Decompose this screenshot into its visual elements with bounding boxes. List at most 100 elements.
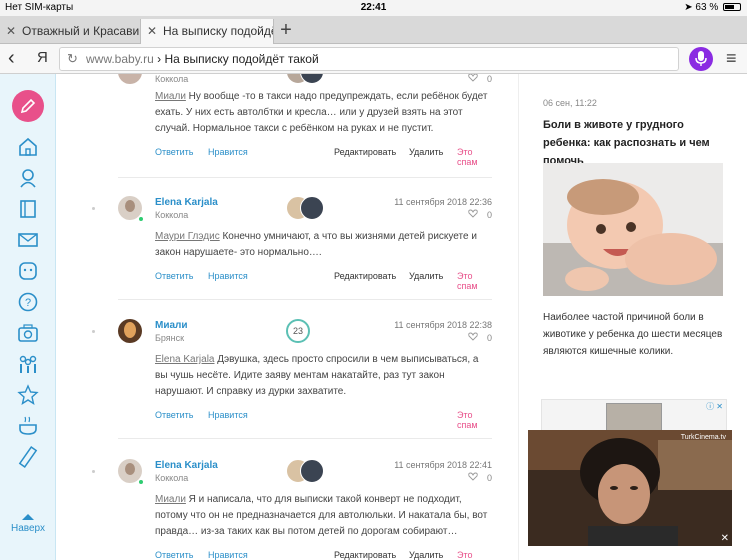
svg-text:?: ? [25, 297, 31, 309]
edit-button[interactable]: Редактировать [334, 271, 396, 281]
heart-icon[interactable] [468, 209, 478, 218]
comment-count-badge[interactable]: 23 [286, 319, 310, 343]
menu-icon[interactable]: ≡ [726, 49, 737, 67]
like-count: 0 [486, 333, 492, 343]
thread-dot [92, 207, 95, 210]
pot-icon[interactable] [17, 415, 39, 437]
yandex-logo[interactable]: Я [37, 49, 48, 66]
delete-button[interactable]: Удалить [409, 271, 443, 281]
back-button[interactable]: ‹ [8, 47, 15, 70]
tab-active[interactable]: ✕ На выписку подойдёт [140, 19, 274, 44]
help-icon[interactable]: ? [17, 291, 39, 313]
author-name[interactable]: Elena Karjala [155, 460, 218, 471]
tab-label: На выписку подойдёт [163, 24, 274, 38]
reply-button[interactable]: Ответить [155, 410, 193, 420]
scroll-up-button[interactable]: Наверх [0, 514, 56, 534]
spam-button[interactable]: Это спам [457, 271, 492, 291]
mention-link[interactable]: Elena Karjala [155, 354, 214, 365]
spam-button[interactable]: Это спам [457, 550, 492, 560]
battery-fill [725, 5, 734, 10]
author-name[interactable]: Elena Karjala [155, 197, 218, 208]
author-city: Брянск [155, 333, 185, 343]
close-tab-icon[interactable]: ✕ [6, 19, 16, 44]
video-player[interactable]: TurkCinema.tv ✕ [528, 430, 732, 546]
tab-otvazhny[interactable]: ✕ Отважный и Красавиц [0, 19, 139, 44]
heart-icon[interactable] [468, 74, 478, 82]
avatar[interactable] [118, 74, 142, 84]
article-date: 06 сен, 11:22 [543, 98, 597, 108]
tab-bar: ✕ Отважный и Красавиц ✕ На выписку подой… [0, 16, 747, 44]
arrow-up-icon [22, 514, 34, 520]
url-separator: › [153, 52, 165, 66]
people-icon[interactable] [17, 353, 39, 375]
voice-search-button[interactable] [689, 47, 713, 71]
comment-date: 11 сентября 2018 22:38 [394, 320, 492, 330]
mention-link[interactable]: Маури Глэдис [155, 231, 220, 242]
comment-text: Миали Я и написала, что для выписки тако… [155, 492, 492, 540]
write-button[interactable] [12, 90, 44, 122]
spam-button[interactable]: Это спам [457, 410, 492, 430]
like-button[interactable]: Нравится [208, 550, 248, 560]
reload-icon[interactable]: ↻ [67, 48, 78, 70]
comment: Elena Karjala Коккола 11 сентября 2018 2… [118, 196, 492, 296]
divider [118, 438, 492, 439]
like-count: 0 [486, 74, 492, 84]
mail-icon[interactable] [17, 229, 39, 251]
star-icon[interactable] [17, 384, 39, 406]
delete-button[interactable]: Удалить [409, 550, 443, 560]
comment-body: Я и написала, что для выписки такой конв… [155, 494, 488, 537]
home-icon[interactable] [17, 136, 39, 158]
comment: Elena Karjala Коккола 11 сентября 2018 2… [118, 459, 492, 560]
author-city: Коккола [155, 74, 189, 84]
ruler-icon[interactable] [17, 446, 39, 468]
like-button[interactable]: Нравится [208, 147, 248, 157]
spam-button[interactable]: Это спам [457, 147, 492, 167]
address-bar: ‹ Я ↻ www.baby.ru › На выписку подойдёт … [0, 44, 747, 74]
divider [118, 177, 492, 178]
url-field[interactable]: ↻ www.baby.ru › На выписку подойдёт тако… [59, 47, 679, 71]
comment: Миали Брянск 23 11 сентября 2018 22:38 0… [118, 319, 492, 430]
mention-link[interactable]: Миали [155, 494, 186, 505]
reply-button[interactable]: Ответить [155, 147, 193, 157]
mention-link[interactable]: Миали [155, 91, 186, 102]
edit-button[interactable]: Редактировать [334, 147, 396, 157]
clock: 22:41 [360, 2, 387, 13]
heart-icon[interactable] [468, 472, 478, 481]
participant-avatar[interactable] [300, 196, 324, 220]
edit-button[interactable]: Редактировать [334, 550, 396, 560]
avatar[interactable] [118, 319, 142, 343]
reply-button[interactable]: Ответить [155, 271, 193, 281]
thread-dot [92, 330, 95, 333]
tab-label: Отважный и Красавиц [22, 24, 139, 38]
article-image[interactable] [543, 163, 723, 296]
comment-text: Elena Karjala Дэвушка, здесь просто спро… [155, 352, 492, 400]
pencil-icon [20, 98, 36, 114]
video-brand: TurkCinema.tv [680, 434, 726, 441]
participants [286, 74, 326, 84]
article-title[interactable]: Боли в животе у грудного ребенка: как ра… [543, 116, 733, 170]
like-button[interactable]: Нравится [208, 410, 248, 420]
book-icon[interactable] [17, 198, 39, 220]
close-video-icon[interactable]: ✕ [721, 533, 729, 544]
video-frame [528, 430, 732, 546]
comment-text: Миали Ну вообще -то в такси надо предупр… [155, 89, 492, 137]
divider [118, 299, 492, 300]
new-tab-button[interactable]: + [276, 18, 296, 42]
heart-icon[interactable] [468, 332, 478, 341]
battery-indicator: ➤ 63 % [684, 2, 741, 13]
baby-icon[interactable] [17, 167, 39, 189]
comment-date: 11 сентября 2018 22:41 [394, 460, 492, 470]
camera-icon[interactable] [17, 322, 39, 344]
reply-button[interactable]: Ответить [155, 550, 193, 560]
close-tab-icon[interactable]: ✕ [147, 19, 157, 44]
face-icon[interactable] [17, 260, 39, 282]
status-bar: Нет SIM-карты 22:41 ➤ 63 % [0, 0, 747, 16]
battery-percent: 63 % [695, 2, 719, 13]
delete-button[interactable]: Удалить [409, 147, 443, 157]
ad-info-icon[interactable]: ⓘ ✕ [706, 401, 723, 412]
participants [286, 459, 326, 483]
participants [286, 196, 326, 220]
like-button[interactable]: Нравится [208, 271, 248, 281]
participant-avatar[interactable] [300, 459, 324, 483]
author-name[interactable]: Миали [155, 320, 188, 331]
